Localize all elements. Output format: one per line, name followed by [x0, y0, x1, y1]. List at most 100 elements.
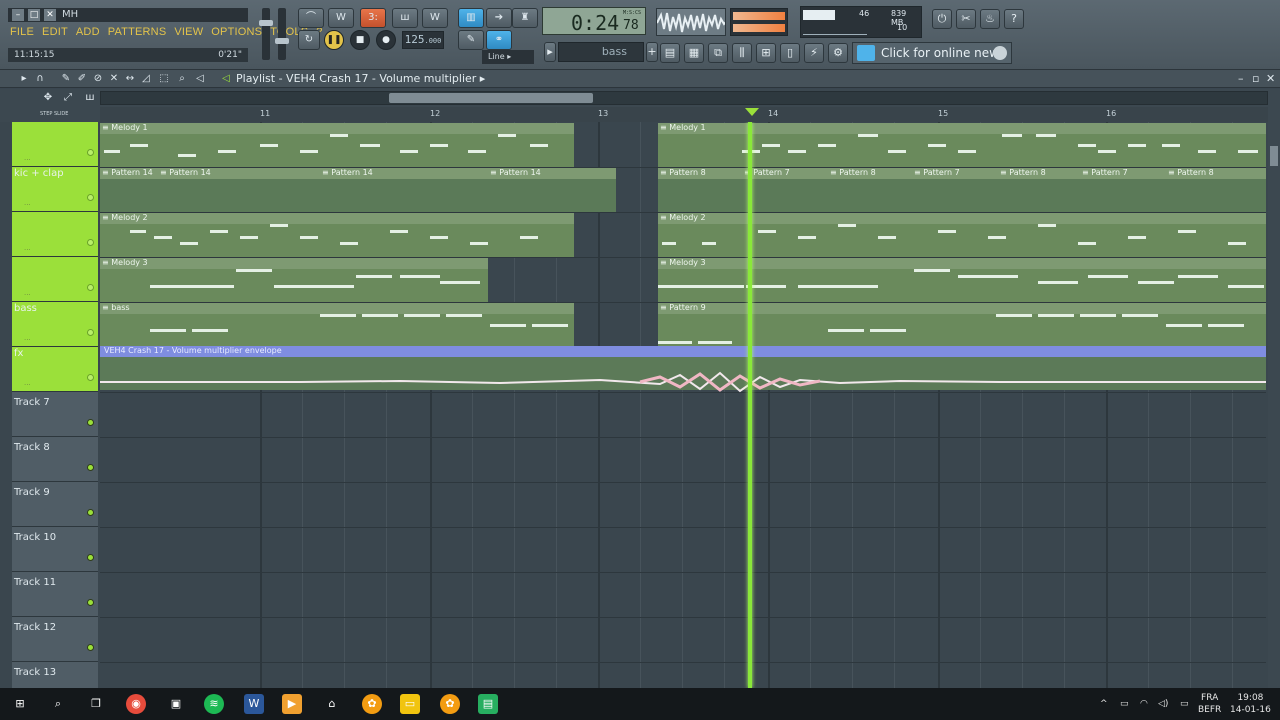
playhead-marker[interactable]: [745, 108, 759, 116]
track-mute-led[interactable]: [87, 509, 94, 516]
piano-roll-icon[interactable]: ▦: [684, 43, 704, 63]
browser-icon[interactable]: ⊞: [756, 43, 776, 63]
pattern-clip[interactable]: Melody 2: [100, 213, 574, 257]
spotify-icon[interactable]: ≋: [204, 694, 224, 714]
home-icon[interactable]: ⌂: [322, 694, 342, 714]
recording-filter-button[interactable]: ♜: [512, 8, 538, 28]
track-mute-led[interactable]: [87, 329, 94, 336]
countdown-button[interactable]: 3:: [360, 8, 386, 28]
pattern-add-icon[interactable]: +: [646, 42, 658, 62]
move-icon[interactable]: ✥: [42, 92, 54, 104]
battery-icon[interactable]: ▭: [1120, 698, 1129, 710]
explorer-icon[interactable]: ▭: [400, 694, 420, 714]
pattern-selector[interactable]: bass: [558, 42, 644, 62]
track-header[interactable]: Track 9: [12, 482, 98, 527]
keyboard-icon[interactable]: ш: [84, 92, 96, 104]
record-button[interactable]: ●: [376, 30, 396, 50]
link-icon[interactable]: ⚭: [486, 30, 512, 50]
track-header[interactable]: Track 13: [12, 662, 98, 688]
editor-icon[interactable]: ▤: [478, 694, 498, 714]
plugin-icon[interactable]: ⚡: [804, 43, 824, 63]
slice-icon[interactable]: ◿: [140, 73, 152, 85]
track-header[interactable]: ...: [12, 122, 98, 167]
track-header[interactable]: bass...: [12, 302, 98, 347]
menu-view[interactable]: VIEW: [174, 26, 203, 38]
track-mute-led[interactable]: [87, 419, 94, 426]
track-mute-led[interactable]: [87, 554, 94, 561]
chrome-icon[interactable]: ◉: [126, 694, 146, 714]
playlist-window-icon[interactable]: ▤: [660, 43, 680, 63]
track-header[interactable]: kic + clap...: [12, 167, 98, 212]
track-header[interactable]: Track 8: [12, 437, 98, 482]
track-mute-led[interactable]: [87, 374, 94, 381]
track-mute-led[interactable]: [87, 599, 94, 606]
magnet-icon[interactable]: ∩: [34, 73, 46, 85]
song-position-display[interactable]: 0:24 78 M:S:CS: [542, 7, 646, 35]
play-arrow-icon[interactable]: ▸: [18, 73, 30, 85]
track-header[interactable]: ...: [12, 212, 98, 257]
master-pitch-fader[interactable]: [275, 8, 289, 60]
track-header[interactable]: fx...: [12, 347, 98, 392]
blend-notes-button[interactable]: W: [422, 8, 448, 28]
power-icon[interactable]: ⏻: [932, 9, 952, 29]
mixer-icon[interactable]: ⫼: [732, 43, 752, 63]
pattern-clip[interactable]: Melody 1: [100, 123, 574, 167]
notification-icon[interactable]: ▭: [1180, 698, 1189, 710]
stop-button[interactable]: ■: [350, 30, 370, 50]
search-icon[interactable]: ⌕: [48, 694, 68, 714]
step-edit-button[interactable]: ш: [392, 8, 418, 28]
pattern-prev-icon[interactable]: ▸: [544, 42, 556, 62]
cut-icon[interactable]: ✂: [956, 9, 976, 29]
track-mute-led[interactable]: [87, 239, 94, 246]
store-icon[interactable]: ▣: [166, 694, 186, 714]
menu-file[interactable]: FILE: [10, 26, 34, 38]
pencil-icon[interactable]: ✎: [60, 73, 72, 85]
playlist-close-button[interactable]: ✕: [1266, 72, 1275, 85]
brush-icon[interactable]: ✐: [76, 73, 88, 85]
pattern-clip[interactable]: Pattern 14 Pattern 14 Pattern 14 Pattern…: [100, 168, 616, 212]
fl-studio-icon[interactable]: ✿: [362, 694, 382, 714]
typing-keyboard-button[interactable]: ▥: [458, 8, 484, 28]
project-icon[interactable]: ▯: [780, 43, 800, 63]
language-indicator[interactable]: FRA BEFR: [1198, 692, 1221, 716]
clock[interactable]: 19:08 14-01-16: [1230, 692, 1271, 716]
track-mute-led[interactable]: [87, 284, 94, 291]
speaker-icon[interactable]: ◁: [194, 73, 206, 85]
zoom-icon[interactable]: ⌕: [176, 73, 188, 85]
timeline-ruler[interactable]: 11 12 13 14 15 16: [100, 107, 1268, 122]
playlist-maximize-button[interactable]: ▫: [1252, 72, 1259, 85]
track-header[interactable]: Track 12: [12, 617, 98, 662]
playlist-minimize-button[interactable]: –: [1238, 72, 1244, 85]
vertical-scroll-thumb[interactable]: [1270, 146, 1278, 166]
channel-rack-icon[interactable]: ⧉: [708, 43, 728, 63]
automation-clip[interactable]: VEH4 Crash 17 - Volume multiplier envelo…: [100, 346, 1266, 393]
slip-icon[interactable]: ↔: [124, 73, 136, 85]
horizontal-scrollbar[interactable]: [100, 91, 1268, 105]
online-news-button[interactable]: Click for online news: [852, 42, 1012, 64]
pattern-clip[interactable]: bass: [100, 303, 574, 347]
pattern-song-toggle[interactable]: ↻: [298, 30, 320, 50]
minimize-button[interactable]: –: [12, 9, 24, 21]
play-button[interactable]: ❚❚: [324, 30, 344, 50]
word-icon[interactable]: W: [244, 694, 264, 714]
wait-record-button[interactable]: W: [328, 8, 354, 28]
fl-studio-2-icon[interactable]: ✿: [440, 694, 460, 714]
media-icon[interactable]: ▶: [282, 694, 302, 714]
mute-icon[interactable]: ✕: [108, 73, 120, 85]
wifi-icon[interactable]: ◠: [1140, 698, 1148, 710]
tools-icon[interactable]: ⚙: [828, 43, 848, 63]
menu-options[interactable]: OPTIONS: [211, 26, 262, 38]
select-icon[interactable]: ⬚: [158, 73, 170, 85]
draw-tool-icon[interactable]: ✎: [458, 30, 484, 50]
playhead[interactable]: [748, 122, 752, 688]
track-header[interactable]: Track 11: [12, 572, 98, 617]
help-icon[interactable]: ?: [1004, 9, 1024, 29]
close-button[interactable]: ✕: [44, 9, 56, 21]
arrow-icon[interactable]: ➔: [486, 8, 512, 28]
task-view-icon[interactable]: ❐: [86, 694, 106, 714]
volume-icon[interactable]: ◁): [1158, 698, 1168, 710]
track-mute-led[interactable]: [87, 464, 94, 471]
metronome-button[interactable]: ⌒: [298, 8, 324, 28]
microphone-icon[interactable]: ♨: [980, 9, 1000, 29]
track-mute-led[interactable]: [87, 194, 94, 201]
